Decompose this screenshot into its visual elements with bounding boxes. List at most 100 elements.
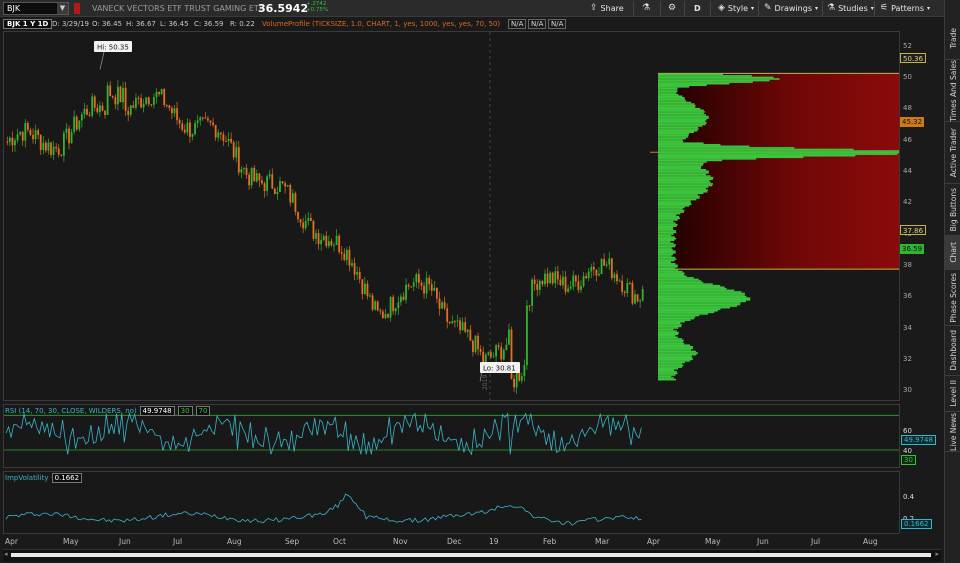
sidebar-tab-dashboard[interactable]: Dashboard (945, 326, 960, 376)
scroll-left-icon[interactable]: ◂ (4, 550, 8, 558)
iv-panel[interactable]: ImpVolatility 0.1662 (3, 471, 900, 534)
volume-profile-bar (658, 148, 854, 151)
candle-body (106, 85, 109, 115)
share-button[interactable]: ⇪ Share (590, 0, 624, 17)
candle-body (335, 235, 338, 246)
horizontal-scrollbar[interactable]: ◂ ▸ (3, 549, 941, 561)
sidebar-tab-label: Chart (948, 242, 958, 263)
candle-body (268, 174, 271, 177)
candle-body (567, 288, 570, 292)
candle-body (358, 272, 361, 280)
sidebar-tab-chart[interactable]: Chart (945, 236, 960, 270)
period-button[interactable]: D (694, 0, 701, 17)
volume-profile-bar (658, 90, 678, 93)
volume-profile-bar (658, 288, 727, 290)
candle-body (6, 141, 9, 143)
candle-body (158, 91, 160, 95)
volume-profile-bar (658, 339, 684, 342)
rsi-axis-40: 40 (903, 447, 912, 455)
candle-body (482, 351, 485, 363)
drawings-button[interactable]: ✎ Drawings ▾ (764, 0, 818, 17)
candle-body (307, 218, 310, 221)
candle-body (232, 142, 235, 158)
scroll-right-icon[interactable]: ▸ (935, 550, 939, 558)
flask-button[interactable]: ⚗ (642, 0, 650, 17)
volume-profile-bar (658, 292, 745, 295)
candle-body (68, 128, 70, 144)
candle-body (376, 301, 379, 311)
candle-body (219, 132, 222, 135)
candle-body (291, 193, 294, 203)
sidebar-tab-times-and-sales[interactable]: Times And Sales (945, 60, 960, 122)
studies-icon: ⚗ (827, 3, 836, 13)
candle-body (425, 277, 428, 294)
volume-profile-bar (658, 178, 713, 181)
header-low: L: 36.45 (160, 20, 189, 28)
candle-body (369, 295, 371, 297)
volume-profile-bar (658, 78, 780, 80)
candle-body (459, 320, 461, 331)
candle-body (132, 105, 135, 108)
candle-body (235, 147, 238, 158)
candle-body (145, 97, 148, 104)
candle-body (415, 274, 418, 283)
candle-body (487, 352, 490, 355)
volume-profile-bar (658, 87, 678, 90)
chart-settings-label[interactable]: BJK 1 Y 1D (3, 19, 53, 29)
header-close: C: 36.59 (194, 20, 224, 28)
scroll-thumb[interactable] (11, 553, 931, 557)
candle-body (75, 116, 78, 130)
sidebar-tab-active-trader[interactable]: Active Trader (945, 122, 960, 184)
candle-body (214, 124, 217, 138)
sidebar-tab-phase-scores[interactable]: Phase Scores (945, 270, 960, 326)
candle-body (196, 120, 199, 124)
volume-profile-bar (658, 115, 709, 118)
volume-profile-bar (658, 252, 676, 254)
candle-body (603, 258, 606, 266)
patterns-button[interactable]: ⚟ Patterns ▾ (880, 0, 930, 17)
symbol-dropdown-icon[interactable]: ▼ (57, 3, 68, 14)
price-panel[interactable]: 2019 Hi: 50.35 Lo: 30.81 (3, 31, 900, 401)
volume-profile-bar (658, 331, 679, 334)
symbol-flag-icon[interactable] (74, 3, 80, 14)
share-icon: ⇪ (590, 3, 598, 13)
volume-profile-bar (658, 273, 685, 276)
volume-profile-bar (658, 172, 709, 174)
volume-profile-bar (658, 375, 672, 378)
time-axis[interactable]: Apr May Jun Jul Aug Sep Oct Nov Dec 19 Feb Mar Apr Ma… (3, 535, 900, 548)
price-change: +.2742 +0.75% (306, 1, 328, 13)
volume-profile-bar (658, 209, 685, 212)
time-axis-label: Apr (647, 537, 660, 546)
volume-profile-bar (658, 336, 678, 339)
sidebar-tab-level-ii[interactable]: Level II (945, 376, 960, 412)
symbol-input[interactable]: BJK ▼ (3, 2, 69, 15)
rsi-lower: 30 (177, 406, 193, 416)
rsi-panel[interactable]: RSI (14, 70, 30, CLOSE, WILDERS, no) 49.… (3, 404, 900, 468)
header-date: D: 3/29/19 (52, 20, 89, 28)
candle-body (266, 176, 269, 191)
flask-icon: ⚗ (642, 3, 651, 13)
volume-profile-bar (658, 142, 704, 144)
sidebar-tab-big-buttons[interactable]: Big Buttons (945, 184, 960, 236)
candle-body (433, 287, 436, 291)
volume-profile-bar (658, 344, 690, 347)
volume-profile-bar (658, 349, 691, 351)
candle-body (44, 142, 47, 151)
rsi-upper: 70 (195, 406, 211, 416)
volume-profile-label[interactable]: VolumeProfile (TICKSIZE, 1.0, CHART, 1, … (262, 18, 500, 30)
candle-body (26, 123, 29, 130)
candle-body (189, 122, 191, 137)
volume-profile-bar (658, 367, 679, 370)
candle-body (361, 279, 364, 295)
sidebar-tab-trade[interactable]: Trade (945, 18, 960, 60)
candle-body (181, 123, 184, 130)
volume-profile-bar (658, 259, 675, 262)
sidebar-tab-live-news[interactable]: Live News (945, 412, 960, 452)
time-axis-label: Jul (811, 537, 821, 546)
volume-profile-bar (658, 86, 690, 88)
gear-button[interactable]: ⚙ (668, 0, 676, 17)
style-button[interactable]: ◈ Style ▾ (718, 0, 754, 17)
studies-button[interactable]: ⚗ Studies ▾ (827, 0, 874, 17)
candle-body (245, 168, 248, 175)
candle-body (62, 132, 65, 156)
